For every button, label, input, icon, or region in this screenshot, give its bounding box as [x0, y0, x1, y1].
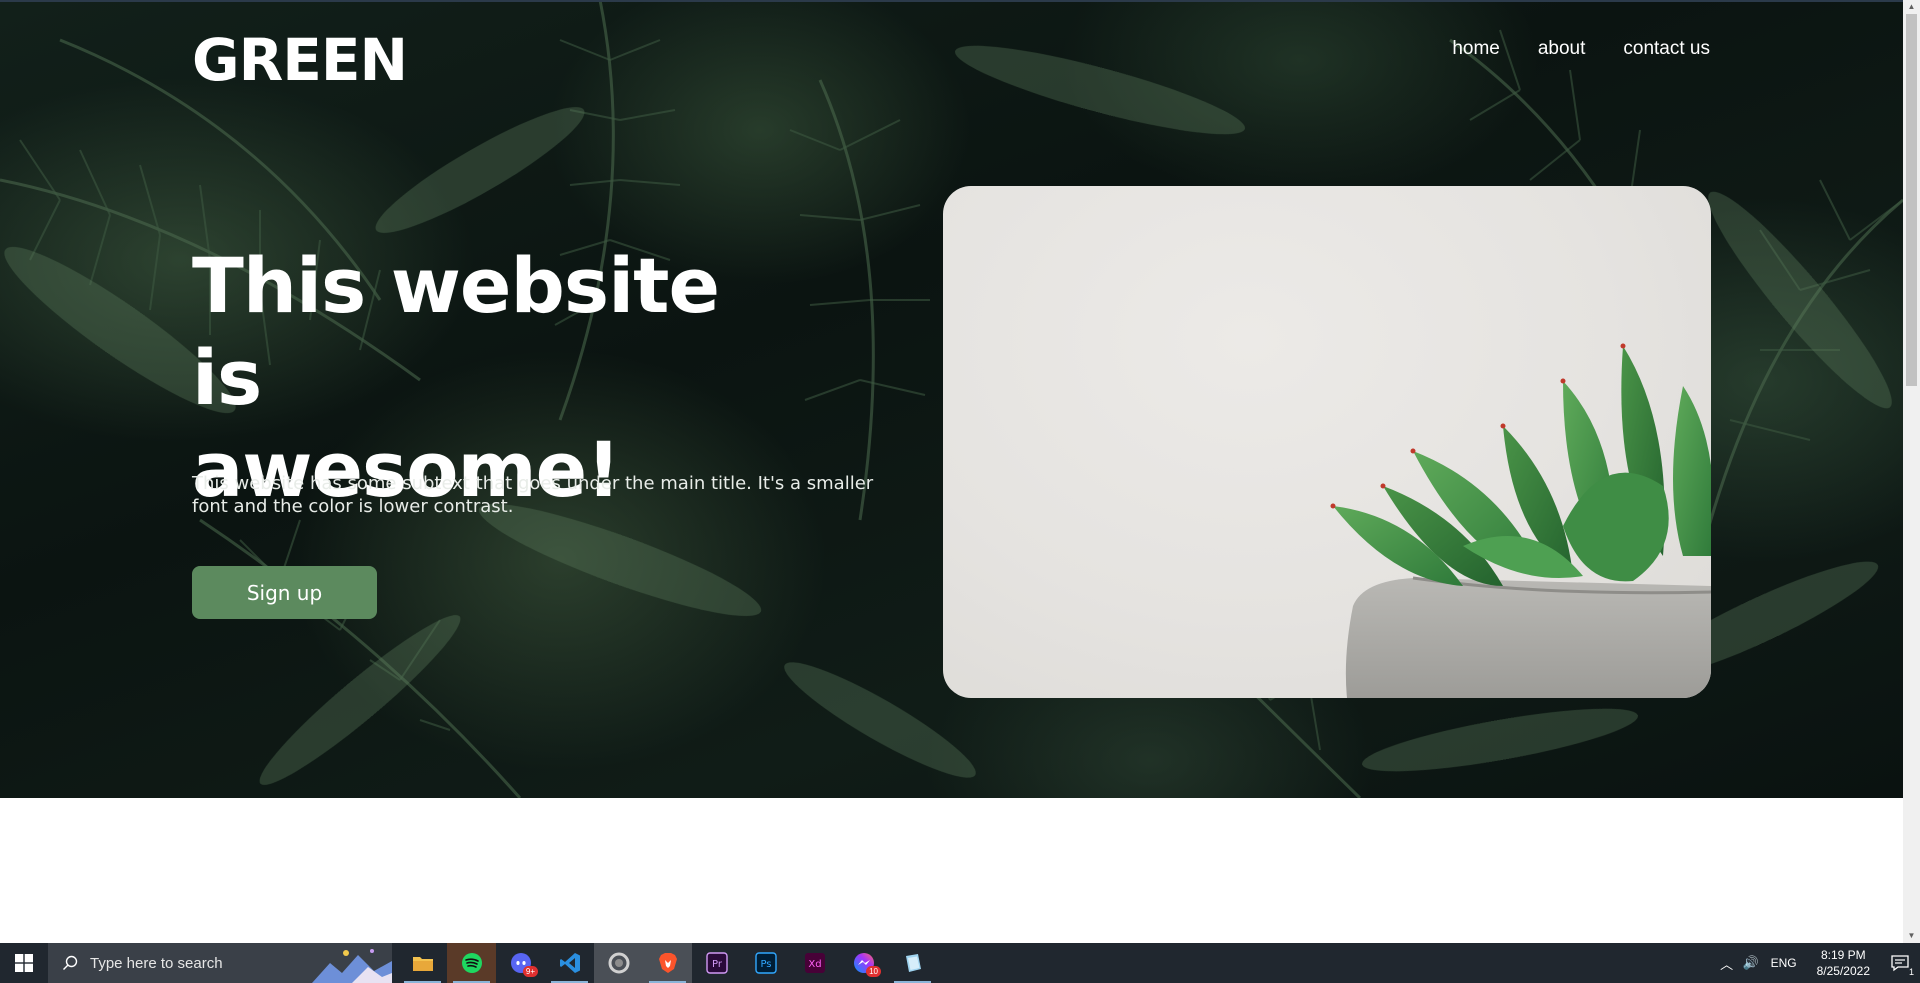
messenger-badge: 10 [866, 966, 881, 977]
taskbar-premiere[interactable]: Pr [692, 943, 741, 983]
taskbar-notes[interactable] [888, 943, 937, 983]
search-input[interactable] [90, 954, 310, 972]
nav-about-link[interactable]: about [1538, 38, 1586, 60]
system-tray: ︿ 🔊 ENG 8:19 PM 8/25/2022 1 [1715, 943, 1920, 983]
taskbar-xd[interactable]: Xd [790, 943, 839, 983]
taskbar-search[interactable] [48, 943, 392, 983]
taskbar-brave[interactable] [643, 943, 692, 983]
window-top-border [0, 0, 1920, 2]
clock-date: 8/25/2022 [1816, 964, 1870, 978]
scroll-up-arrow-icon[interactable]: ▲ [1903, 0, 1920, 14]
xd-icon: Xd [804, 953, 825, 973]
taskbar-apps: 9+ Pr Ps Xd 10 [398, 943, 937, 983]
clock-time: 8:19 PM [1820, 948, 1866, 962]
folder-icon [412, 957, 433, 971]
page-scrollbar[interactable]: ▲ ▼ [1903, 0, 1920, 943]
vscode-icon [559, 953, 580, 973]
windows-logo-icon [15, 954, 33, 972]
taskbar-ring-app[interactable] [594, 943, 643, 983]
notification-count: 1 [1908, 967, 1914, 977]
nav-home-link[interactable]: home [1452, 38, 1500, 60]
photoshop-icon: Ps [754, 952, 777, 974]
ring-icon [608, 952, 629, 974]
taskbar-messenger[interactable]: 10 [839, 943, 888, 983]
hero-section: GREEN home about contact us This website… [0, 0, 1903, 798]
premiere-label: Pr [712, 959, 723, 970]
notification-icon [1891, 955, 1909, 972]
start-button[interactable] [0, 943, 48, 983]
site-logo[interactable]: GREEN [192, 26, 408, 94]
notes-icon [905, 954, 921, 972]
taskbar-discord[interactable]: 9+ [496, 943, 545, 983]
search-icon [63, 955, 78, 970]
scroll-thumb[interactable] [1906, 14, 1917, 386]
spotify-icon [461, 953, 482, 973]
hero-headline-line-1: This website is [192, 241, 720, 422]
taskbar-spotify[interactable] [447, 943, 496, 983]
premiere-icon: Pr [705, 952, 728, 974]
clock[interactable]: 8:19 PM 8/25/2022 [1817, 947, 1870, 979]
signup-button[interactable]: Sign up [192, 566, 377, 619]
photoshop-label: Ps [760, 959, 771, 970]
taskbar-file-explorer[interactable] [398, 943, 447, 983]
taskbar-vscode[interactable] [545, 943, 594, 983]
language-indicator[interactable]: ENG [1771, 956, 1797, 970]
hero-subtext: This website has some subtext that goes … [192, 473, 874, 517]
volume-icon[interactable]: 🔊 [1739, 955, 1763, 971]
nav-contact-link[interactable]: contact us [1623, 38, 1710, 60]
show-hidden-icons-chevron-icon[interactable]: ︿ [1715, 954, 1739, 973]
search-highlight-art-icon [312, 943, 392, 983]
brave-icon [658, 953, 677, 973]
main-nav: home about contact us [1452, 38, 1710, 60]
scroll-down-arrow-icon[interactable]: ▼ [1903, 929, 1920, 943]
succulent-plant-image [1330, 343, 1711, 698]
discord-badge: 9+ [522, 966, 538, 977]
taskbar-photoshop[interactable]: Ps [741, 943, 790, 983]
xd-label: Xd [808, 959, 821, 970]
action-center-button[interactable]: 1 [1880, 943, 1920, 983]
succulent-photo [943, 186, 1711, 698]
windows-taskbar: 9+ Pr Ps [0, 943, 1920, 983]
